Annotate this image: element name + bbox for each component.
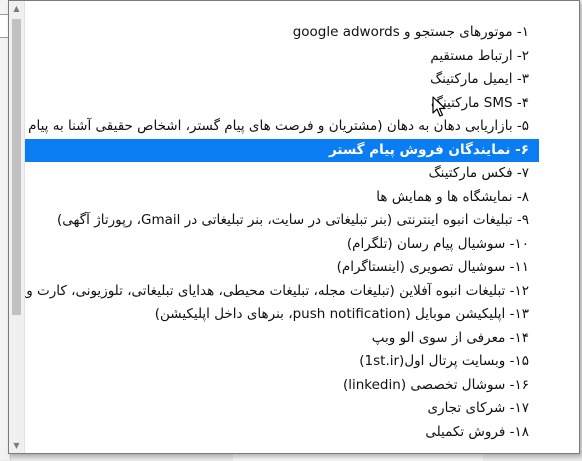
arrow-up-icon[interactable]: ▲ — [9, 1, 24, 16]
option-item[interactable]: ۱۱- سوشیال تصویری (اینستاگرام) — [25, 256, 539, 280]
option-item[interactable]: ۲- ارتباط مستقیم — [25, 45, 539, 69]
option-item[interactable]: ۱۷- شرکای تجاری — [25, 397, 539, 421]
option-item[interactable]: ۱- موتورهای جستجو و google adwords — [25, 21, 539, 45]
scrollbar-thumb[interactable] — [12, 19, 21, 315]
option-item[interactable]: ۱۸- فروش تکمیلی — [25, 421, 539, 445]
option-item[interactable]: ۱۲- تبلیغات انبوه آفلاین (تبلیغات مجله، … — [25, 280, 539, 304]
option-item[interactable]: ۴- SMS مارکتینگ — [25, 92, 539, 116]
select-dropdown-list[interactable]: ▲ ▼ ۱- موتورهای جستجو و google adwords ۲… — [8, 0, 580, 454]
option-item[interactable]: ۱۶- سوشال تخصصی (linkedin) — [25, 374, 539, 398]
option-item[interactable]: ۵- بازاریابی دهان به دهان (مشتریان و فرص… — [25, 115, 539, 139]
option-item[interactable]: ۱۵- وبسایت پرتال اول(1st.ir) — [25, 350, 539, 374]
option-item[interactable]: ۹- تبلیغات انبوه اینترنتی (بنر تبلیغاتی … — [25, 209, 539, 233]
option-item[interactable]: ۱۰- سوشیال پیام رسان (تلگرام) — [25, 233, 539, 257]
option-item[interactable]: ۸- نمایشگاه ها و همایش ها — [25, 186, 539, 210]
option-item[interactable]: ۱۴- معرفی از سوی الو وبپ — [25, 327, 539, 351]
vertical-scrollbar[interactable]: ▲ ▼ — [9, 1, 25, 453]
mouse-pointer-icon — [432, 96, 446, 117]
option-item[interactable]: ۳- ایمیل مارکتینگ — [25, 68, 539, 92]
option-item-selected[interactable]: ۶- نمایندگان فروش پیام گستر — [25, 138, 539, 162]
arrow-down-icon[interactable]: ▼ — [9, 438, 24, 453]
option-item[interactable]: ۱۳- اپلیکیشن موبایل (push notification، … — [25, 303, 539, 327]
option-item[interactable]: ۷- فکس مارکتینگ — [25, 162, 539, 186]
option-list: ۱- موتورهای جستجو و google adwords ۲- ار… — [25, 1, 579, 453]
